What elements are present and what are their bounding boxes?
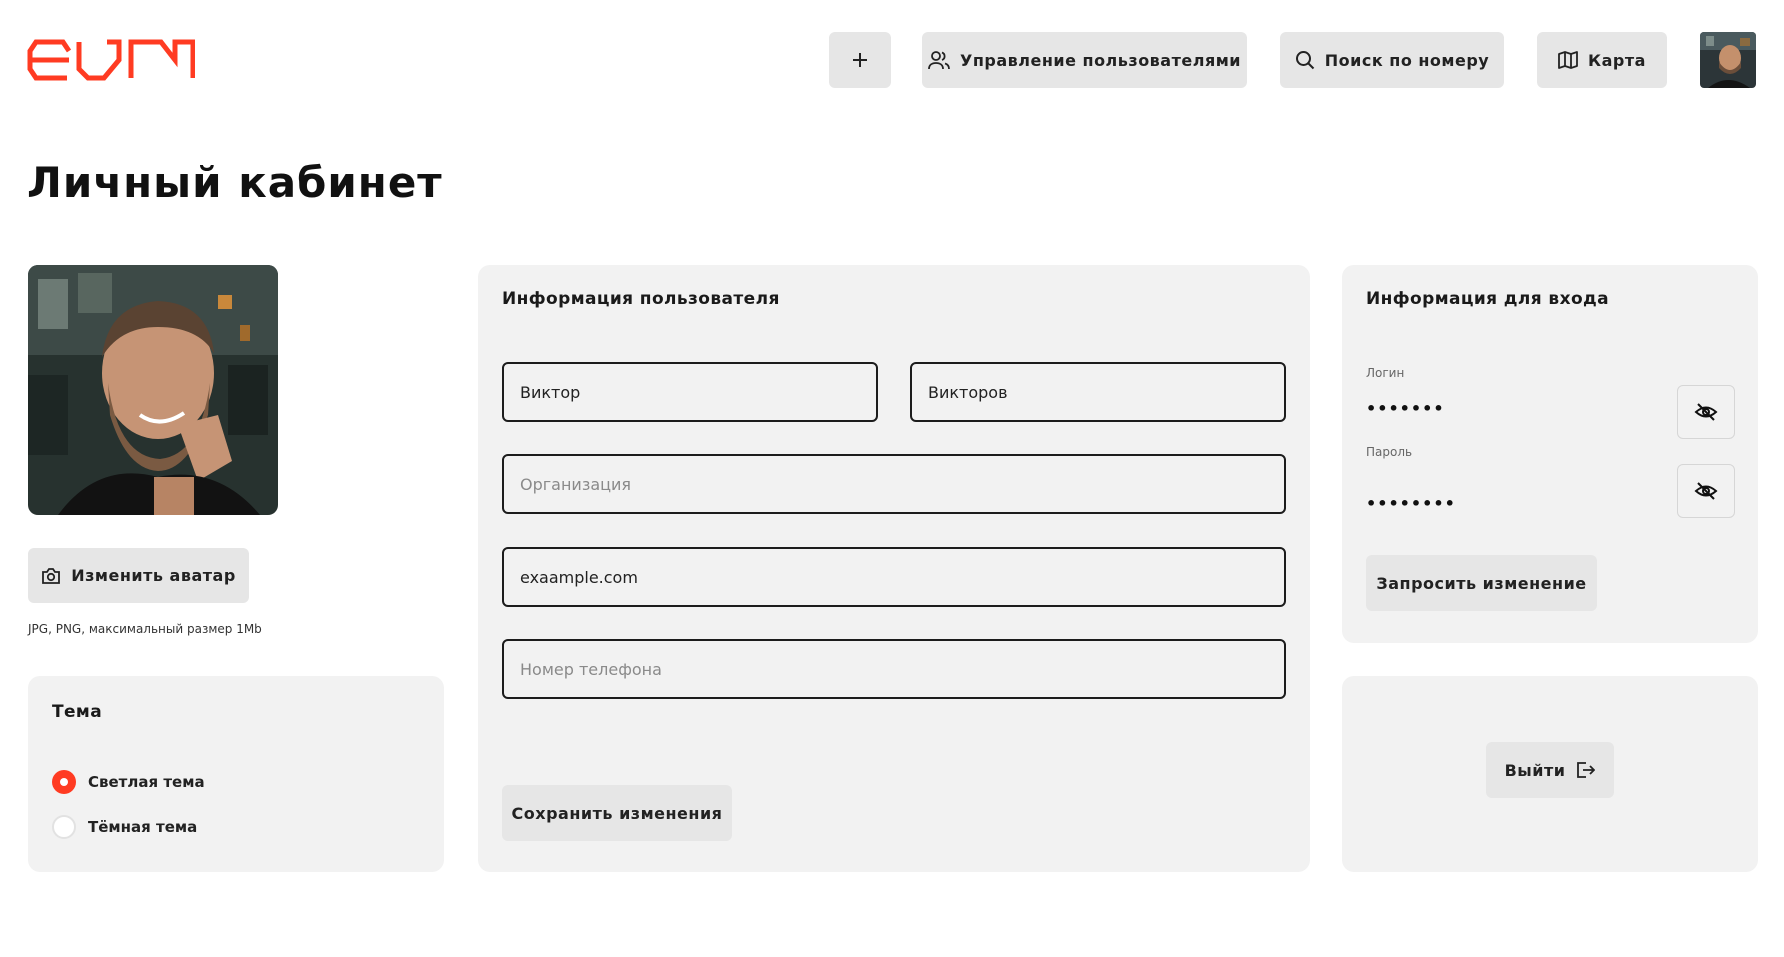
theme-title: Тема <box>52 702 103 722</box>
avatar-format-hint: JPG, PNG, максимальный размер 1Mb <box>28 622 262 636</box>
login-value: ••••••• <box>1366 399 1445 418</box>
profile-page: Управление пользователями Поиск по номер… <box>0 0 1784 957</box>
last-name-input[interactable] <box>910 362 1286 422</box>
login-label: Логин <box>1366 366 1405 380</box>
radio-unselected-icon[interactable] <box>52 815 76 839</box>
eye-off-icon <box>1694 403 1718 421</box>
first-name-input[interactable] <box>502 362 878 422</box>
theme-option-label: Тёмная тема <box>88 818 198 836</box>
logout-label: Выйти <box>1504 760 1566 780</box>
login-info-card: Информация для входа Логин ••••••• Парол… <box>1342 265 1758 643</box>
save-changes-button[interactable]: Сохранить изменения <box>502 785 732 841</box>
page-title: Личный кабинет <box>27 158 443 207</box>
toggle-login-visibility-button[interactable] <box>1677 385 1735 439</box>
camera-icon <box>42 567 61 584</box>
toggle-password-visibility-button[interactable] <box>1677 464 1735 518</box>
users-icon <box>928 51 950 70</box>
user-management-label: Управление пользователями <box>959 50 1242 70</box>
logout-button[interactable]: Выйти <box>1486 742 1614 798</box>
search-by-number-button[interactable]: Поиск по номеру <box>1280 32 1504 88</box>
theme-option-label: Светлая тема <box>88 773 205 791</box>
organization-input[interactable] <box>502 454 1286 514</box>
phone-input[interactable] <box>502 639 1286 699</box>
logout-card: Выйти <box>1342 676 1758 872</box>
password-label: Пароль <box>1366 445 1413 459</box>
logout-icon <box>1577 762 1596 778</box>
search-icon <box>1295 51 1314 70</box>
email-input[interactable] <box>502 547 1286 607</box>
radio-selected-icon[interactable] <box>52 770 76 794</box>
eye-off-icon <box>1694 482 1718 500</box>
add-button[interactable] <box>829 32 891 88</box>
plus-icon <box>853 53 867 67</box>
request-change-label: Запросить изменение <box>1376 573 1587 593</box>
theme-option-dark[interactable]: Тёмная тема <box>52 815 197 839</box>
password-value: •••••••• <box>1366 494 1456 513</box>
theme-option-light[interactable]: Светлая тема <box>52 770 205 794</box>
user-info-card: Информация пользователя Сохранить измене… <box>478 265 1310 872</box>
change-avatar-label: Изменить аватар <box>71 566 236 585</box>
user-info-title: Информация пользователя <box>502 289 780 309</box>
theme-card: Тема Светлая тема Тёмная тема <box>28 676 444 872</box>
map-label: Карта <box>1588 50 1646 70</box>
evm-logo[interactable] <box>27 38 196 82</box>
map-button[interactable]: Карта <box>1537 32 1667 88</box>
profile-avatar <box>28 265 278 515</box>
request-change-button[interactable]: Запросить изменение <box>1366 555 1597 611</box>
search-by-number-label: Поиск по номеру <box>1324 50 1490 70</box>
change-avatar-button[interactable]: Изменить аватар <box>28 548 249 603</box>
user-management-button[interactable]: Управление пользователями <box>922 32 1247 88</box>
header-avatar[interactable] <box>1700 32 1756 88</box>
map-icon <box>1558 51 1578 69</box>
login-info-title: Информация для входа <box>1366 289 1610 309</box>
save-changes-label: Сохранить изменения <box>511 803 723 823</box>
